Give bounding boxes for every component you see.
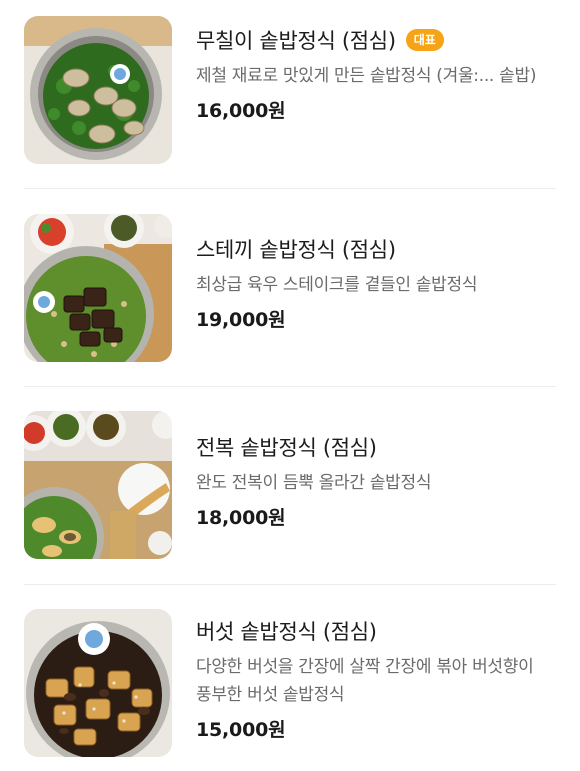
menu-description: 완도 전복이 듬뿍 올라간 솥밥정식	[196, 473, 432, 493]
menu-price: 18,000원	[196, 507, 286, 529]
menu-item-mucheoli[interactable]: 무칠이 솥밥정식 (점심) 대표 제철 재료로 맛있게 만든 솥밥정식 (겨울:…	[0, 0, 580, 197]
menu-title: 무칠이 솥밥정식 (점심)	[196, 29, 396, 53]
menu-description: 다양한 버섯을 간장에 살짝 간장에 볶아 버섯향이 풍부한 버섯 솥밥정식	[196, 657, 534, 705]
menu-item-info: 버섯 솥밥정식 (점심) 다양한 버섯을 간장에 살짝 간장에 볶아 버섯향이 …	[196, 615, 556, 742]
abalone-rice-pot-photo	[24, 411, 172, 559]
signature-badge: 대표	[405, 29, 444, 51]
menu-title: 버섯 솥밥정식 (점심)	[196, 620, 377, 644]
menu-item-abalone[interactable]: 전복 솥밥정식 (점심) 완도 전복이 듬뿍 올라간 솥밥정식 18,000원	[0, 387, 580, 584]
menu-list: 무칠이 솥밥정식 (점심) 대표 제철 재료로 맛있게 만든 솥밥정식 (겨울:…	[0, 0, 580, 771]
menu-item-info: 무칠이 솥밥정식 (점심) 대표 제철 재료로 맛있게 만든 솥밥정식 (겨울:…	[196, 24, 556, 123]
menu-price: 19,000원	[196, 309, 286, 331]
menu-item-mushroom[interactable]: 버섯 솥밥정식 (점심) 다양한 버섯을 간장에 살짝 간장에 볶아 버섯향이 …	[0, 585, 580, 771]
steak-rice-pot-photo	[24, 214, 172, 362]
menu-title: 스테끼 솥밥정식 (점심)	[196, 238, 396, 262]
menu-description: 최상급 육우 스테이크를 곁들인 솥밥정식	[196, 275, 478, 295]
menu-description: 제철 재료로 맛있게 만든 솥밥정식 (겨울:... 솥밥)	[196, 66, 537, 86]
menu-price: 16,000원	[196, 100, 286, 122]
menu-item-steak[interactable]: 스테끼 솥밥정식 (점심) 최상급 육우 스테이크를 곁들인 솥밥정식 19,0…	[0, 189, 580, 386]
oyster-rice-pot-photo	[24, 16, 172, 164]
menu-item-info: 스테끼 솥밥정식 (점심) 최상급 육우 스테이크를 곁들인 솥밥정식 19,0…	[196, 233, 556, 332]
mushroom-rice-pot-photo	[24, 609, 172, 757]
menu-item-info: 전복 솥밥정식 (점심) 완도 전복이 듬뿍 올라간 솥밥정식 18,000원	[196, 431, 556, 530]
menu-price: 15,000원	[196, 719, 286, 741]
menu-title: 전복 솥밥정식 (점심)	[196, 436, 377, 460]
